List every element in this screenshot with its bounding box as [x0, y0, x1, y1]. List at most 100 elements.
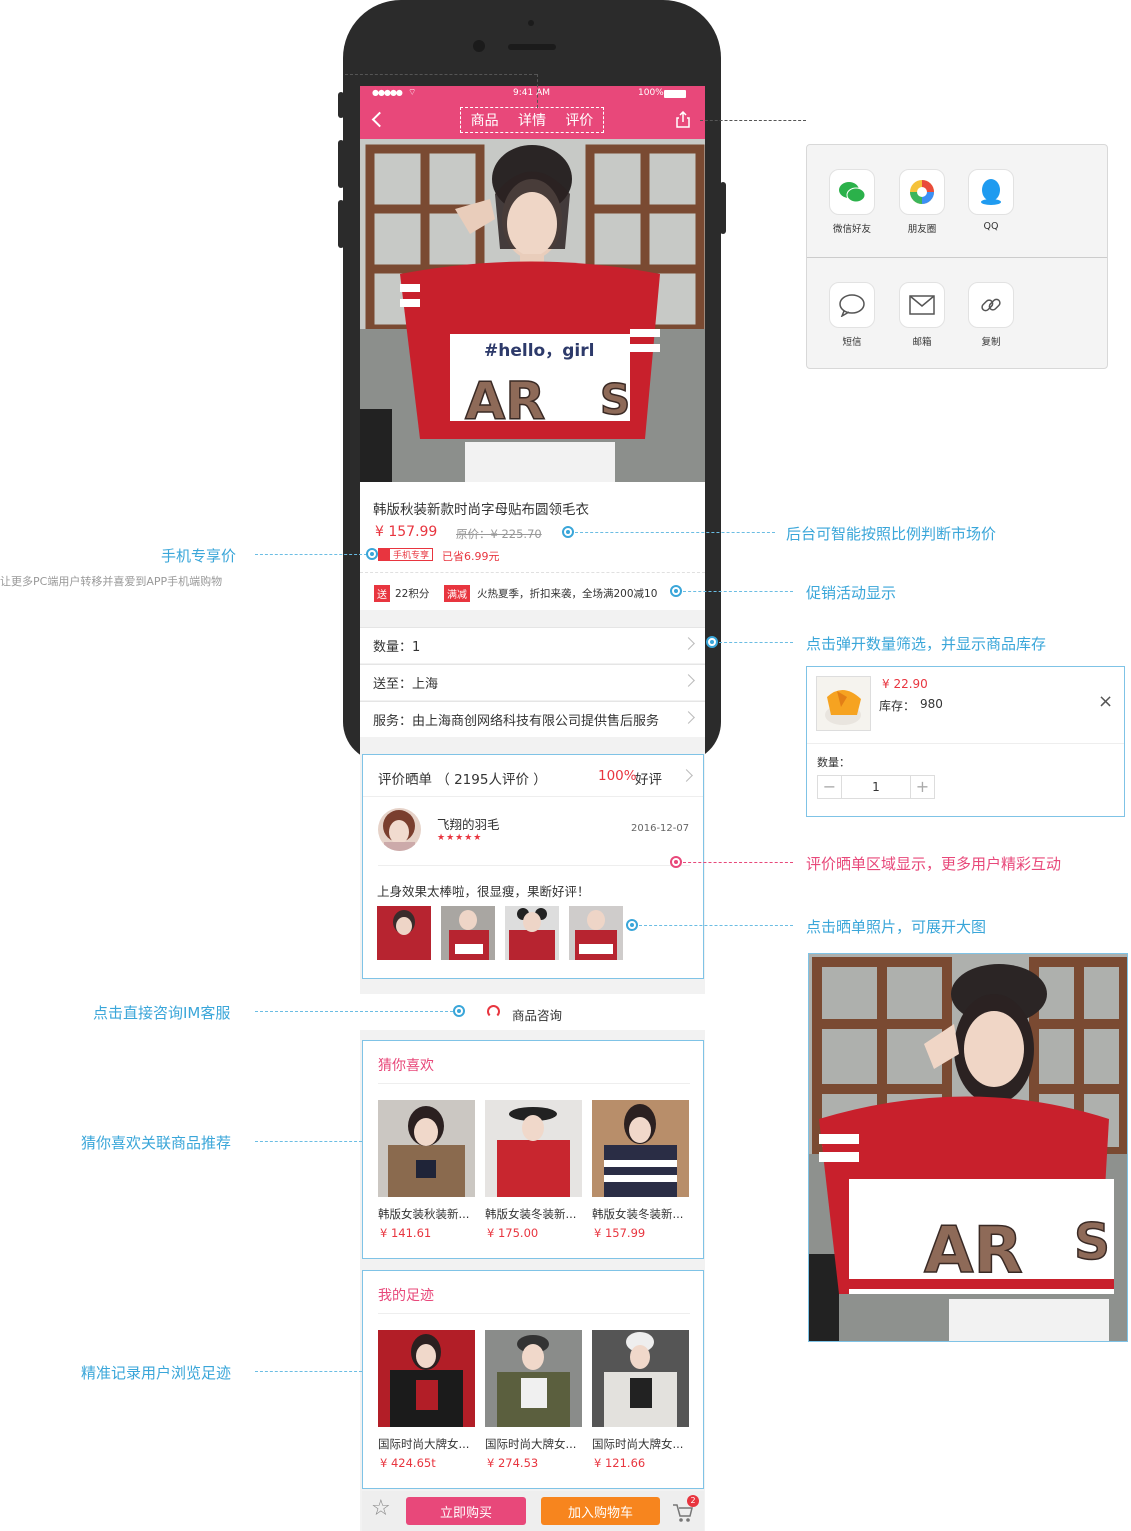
cart-count-badge: 2	[687, 1495, 699, 1507]
footprint-panel: 我的足迹 国际时尚大牌女... ¥ 424.65t 国际时尚大牌女... ¥ 2…	[362, 1270, 704, 1489]
annotation-line	[575, 532, 775, 533]
annotation-line	[255, 1141, 362, 1142]
product-thumbnail[interactable]	[592, 1330, 689, 1427]
review-photo[interactable]	[441, 906, 495, 960]
buy-now-button[interactable]: 立即购买	[406, 1497, 526, 1525]
share-copy-link[interactable]: 复制	[968, 282, 1014, 348]
service-row[interactable]: 服务：由上海商创网络科技有限公司提供售后服务	[360, 701, 705, 737]
consult-label: 商品咨询	[512, 1008, 563, 1023]
annotation-mobile-price-sub: 让更多PC端用户转移并喜爱到APP手机端购物	[0, 575, 223, 588]
qq-icon	[968, 169, 1014, 215]
phone-side-button	[338, 92, 344, 118]
tab-details[interactable]: 详情	[518, 110, 546, 130]
mail-icon	[899, 282, 945, 328]
chevron-right-icon	[682, 711, 695, 724]
close-icon[interactable]: ×	[1098, 693, 1113, 711]
product-thumbnail[interactable]	[378, 1330, 475, 1427]
review-photo[interactable]	[377, 906, 431, 960]
signal-icon: ●●●●●	[372, 88, 403, 97]
share-sms[interactable]: 短信	[829, 282, 875, 348]
enlarged-review-photo: AR S	[808, 953, 1128, 1342]
phone-side-button	[338, 140, 344, 188]
tab-reviews[interactable]: 评价	[565, 110, 593, 130]
product-price: ¥ 157.99	[594, 1226, 646, 1240]
svg-text:S: S	[1074, 1213, 1110, 1271]
quantity-row[interactable]: 数量：1	[360, 627, 705, 663]
stock-price: ¥ 22.90	[882, 677, 928, 691]
back-icon[interactable]	[371, 111, 388, 128]
increment-button[interactable]: +	[910, 776, 934, 798]
bottom-action-bar: ☆ 立即购买 加入购物车 2	[362, 1491, 704, 1531]
annotation-line	[719, 642, 793, 643]
review-content: 上身效果太棒啦，很显瘦，果断好评！	[377, 884, 590, 899]
phone-sensor	[528, 20, 534, 26]
quantity-value[interactable]: 1	[842, 776, 910, 798]
chevron-right-icon	[682, 637, 695, 650]
product-name: 国际时尚大牌女...	[485, 1437, 577, 1451]
tab-goods[interactable]: 商品	[471, 110, 499, 130]
product-title: 韩版秋装新款时尚字母贴布圆领毛衣	[373, 502, 589, 518]
share-icon[interactable]	[675, 110, 691, 128]
annotation-line	[683, 862, 793, 863]
stock-label: 库存：	[879, 699, 916, 713]
buy-now-label: 立即购买	[439, 1505, 492, 1521]
reviews-rate-label: 好评	[635, 772, 662, 788]
share-label: 短信	[842, 337, 862, 348]
product-thumbnail[interactable]	[592, 1100, 689, 1197]
svg-text:S: S	[600, 375, 630, 424]
product-price: ¥ 121.66	[594, 1456, 646, 1470]
promo-gift-text: 22积分	[395, 588, 430, 600]
add-to-cart-button[interactable]: 加入购物车	[541, 1497, 660, 1525]
product-name: 韩版女装冬装新...	[485, 1207, 577, 1221]
nav-bar: 商品 详情 评价	[360, 102, 705, 139]
product-thumbnail[interactable]	[485, 1330, 582, 1427]
add-to-cart-label: 加入购物车	[567, 1505, 633, 1521]
share-mail[interactable]: 邮箱	[899, 282, 945, 348]
reviewer-name: 飞翔的羽毛	[437, 817, 500, 832]
promo-discount-text: 火热夏季，折扣来袭，全场满200减10	[477, 588, 658, 600]
reviews-header[interactable]: 评价晒单 （ 2195人评价 ） 100% 好评	[363, 755, 703, 797]
reviews-rate: 100%	[598, 768, 637, 784]
product-price: ¥ 141.61	[380, 1226, 432, 1240]
review-photo[interactable]	[505, 906, 559, 960]
share-label: 邮箱	[912, 337, 932, 348]
annotation-line	[255, 1011, 453, 1012]
share-label: 朋友圈	[907, 224, 937, 235]
annotation-qty-popup: 点击弹开数量筛选，并显示商品库存	[806, 635, 1047, 653]
review-photo[interactable]	[569, 906, 623, 960]
sms-icon	[829, 282, 875, 328]
share-qq[interactable]: QQ	[968, 169, 1014, 232]
annotation-promo: 促销活动显示	[806, 584, 897, 602]
quantity-text: 数量：1	[373, 640, 421, 655]
product-thumbnail[interactable]	[485, 1100, 582, 1197]
decrement-button[interactable]: −	[818, 776, 842, 798]
guess-title: 猜你喜欢	[378, 1058, 434, 1074]
product-price: ¥ 424.65t	[380, 1456, 436, 1470]
battery-icon	[664, 90, 686, 98]
ship-to-row[interactable]: 送至：上海	[360, 664, 705, 700]
chevron-right-icon	[680, 769, 693, 782]
stock-popup: ¥ 22.90 库存： 980 × 数量： − 1 +	[806, 666, 1125, 817]
stock-count: 980	[920, 697, 943, 711]
consult-row[interactable]: 商品咨询	[360, 994, 705, 1030]
share-moments[interactable]: 朋友圈	[899, 169, 945, 235]
share-wechat[interactable]: 微信好友	[829, 169, 875, 235]
annotation-line	[345, 74, 537, 75]
favorite-star-icon[interactable]: ☆	[371, 1498, 391, 1520]
phone-icon	[379, 549, 390, 560]
status-time: 9:41 AM	[513, 88, 550, 98]
product-name: 韩版女装秋装新...	[378, 1207, 470, 1221]
mobile-exclusive-badge: 手机专享	[378, 548, 434, 561]
link-icon	[968, 282, 1014, 328]
annotation-dot	[562, 526, 574, 538]
share-label: 微信好友	[832, 224, 871, 235]
reviews-panel: 评价晒单 （ 2195人评价 ） 100% 好评 飞翔的羽毛 ★★★★★ 201…	[362, 754, 704, 979]
product-hero-image[interactable]: AR S #hello，girl	[360, 139, 705, 482]
annotation-line	[683, 591, 793, 592]
annotation-dot	[366, 548, 378, 560]
annotation-smart-price: 后台可智能按照比例判断市场价	[786, 525, 997, 543]
quantity-stepper[interactable]: − 1 +	[817, 775, 935, 799]
battery-level: 100%	[638, 88, 664, 98]
annotation-dot	[670, 585, 682, 597]
product-thumbnail[interactable]	[378, 1100, 475, 1197]
